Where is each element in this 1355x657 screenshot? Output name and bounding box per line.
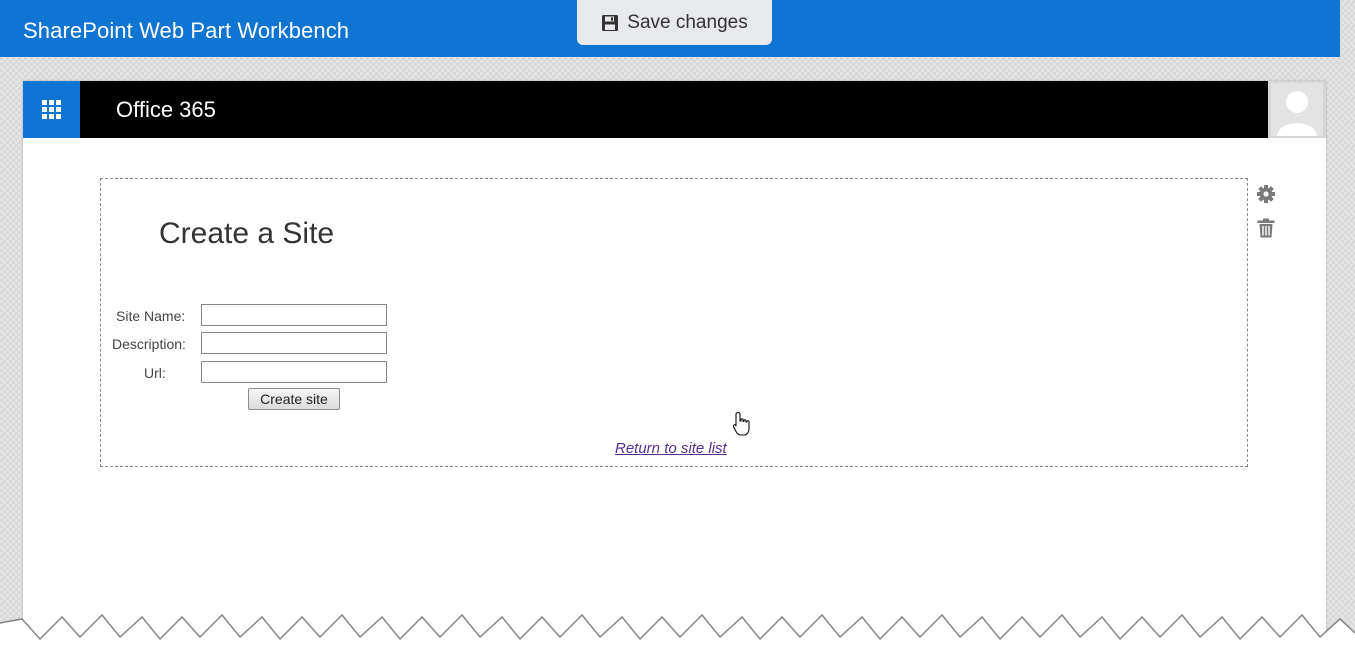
create-site-button[interactable]: Create site [248,388,340,410]
url-label: Url: [144,365,166,381]
description-label: Description: [112,336,186,352]
user-avatar[interactable] [1268,81,1326,138]
return-to-site-list-link[interactable]: Return to site list [615,440,727,457]
app-launcher-button[interactable] [23,81,80,138]
hand-cursor-icon [732,411,752,442]
workbench-canvas: Office 365 Create a Site Site Name: Desc… [23,81,1326,657]
suite-title: Office 365 [116,97,216,122]
save-changes-label: Save changes [627,11,748,33]
gear-icon[interactable] [1256,184,1276,209]
save-icon [601,14,619,32]
trash-icon[interactable] [1257,218,1275,243]
save-changes-button[interactable]: Save changes [577,0,772,45]
waffle-icon [42,100,61,119]
site-name-label: Site Name: [116,308,186,324]
user-icon [1271,83,1323,136]
torn-edge [0,613,1355,657]
page-title: Create a Site [159,217,335,250]
site-name-field[interactable] [201,304,387,326]
url-field[interactable] [201,361,387,383]
suite-bar: Office 365 [23,81,1326,138]
webpart-container: Create a Site Site Name: Description: Ur… [100,178,1248,467]
description-field[interactable] [201,332,387,354]
workbench-title: SharePoint Web Part Workbench [23,18,350,43]
